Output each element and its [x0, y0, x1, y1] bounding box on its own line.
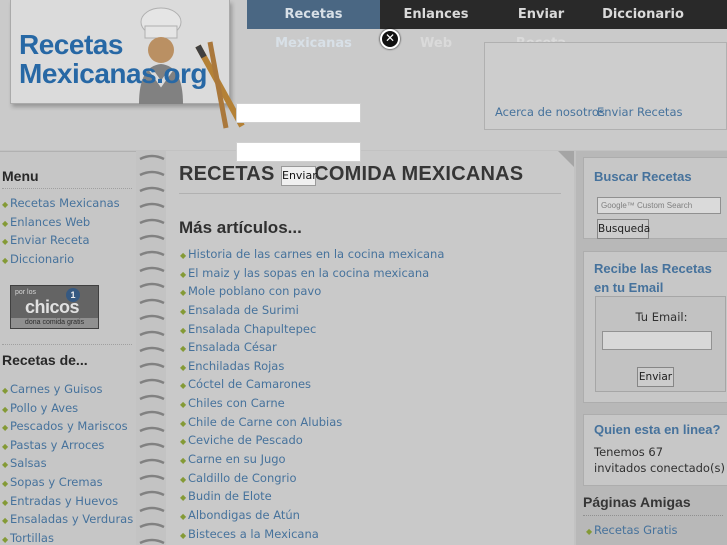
modal-text-input-2[interactable]	[236, 142, 361, 162]
modal-text-input-1[interactable]	[236, 103, 361, 123]
modal-submit-button[interactable]: Enviar	[281, 166, 317, 186]
close-icon[interactable]: ✕	[380, 29, 400, 49]
lightbox-overlay[interactable]	[0, 0, 727, 545]
